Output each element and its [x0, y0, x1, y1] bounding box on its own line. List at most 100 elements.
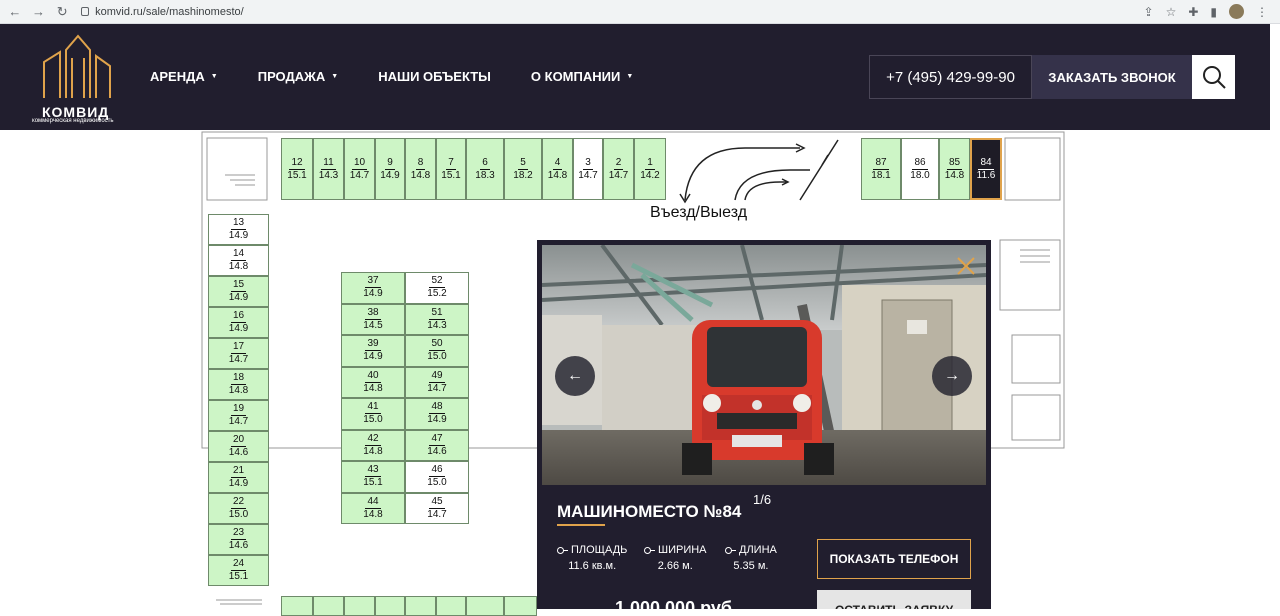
parking-spot-41[interactable]: 41 15.0: [341, 398, 405, 430]
next-photo-button[interactable]: →: [932, 356, 972, 396]
pin-icon: [644, 546, 655, 554]
parking-spot-23[interactable]: 23 14.6: [208, 524, 269, 555]
menu-item-2[interactable]: НАШИ ОБЪЕКТЫ: [378, 69, 491, 84]
parking-spot-21[interactable]: 21 14.9: [208, 462, 269, 493]
order-call-button[interactable]: ЗАКАЗАТЬ ЗВОНОК: [1032, 55, 1192, 99]
parking-spot-43[interactable]: 43 15.1: [341, 461, 405, 493]
parking-spot-2[interactable]: 2 14.7: [603, 138, 634, 200]
parking-spot-49[interactable]: 49 14.7: [405, 366, 469, 398]
site-logo[interactable]: КОМВИД коммерческая недвижимость: [30, 32, 130, 124]
spot-area: 14.9: [228, 230, 249, 241]
search-button[interactable]: [1192, 55, 1235, 99]
menu-item-0[interactable]: АРЕНДА ▼: [150, 69, 218, 84]
parking-spot-37[interactable]: 37 14.9: [341, 272, 405, 304]
parking-spot-partial[interactable]: [504, 596, 537, 616]
parking-spot-38[interactable]: 38 14.5: [341, 303, 405, 335]
parking-spot-14[interactable]: 14 14.8: [208, 245, 269, 276]
parking-spot-46[interactable]: 46 15.0: [405, 461, 469, 493]
spot-number: 24: [230, 558, 247, 571]
parking-spot-24[interactable]: 24 15.1: [208, 555, 269, 586]
parking-spot-13[interactable]: 13 14.9: [208, 214, 269, 245]
menu-item-3[interactable]: О КОМПАНИИ ▼: [531, 69, 633, 84]
prev-photo-button[interactable]: ←: [555, 356, 595, 396]
param-area: ПЛОЩАДЬ 11.6 кв.м.: [557, 544, 627, 572]
parking-spot-84[interactable]: 84 11.6: [970, 138, 1002, 200]
parking-spot-18[interactable]: 18 14.8: [208, 369, 269, 400]
spot-area: 15.0: [427, 351, 447, 363]
parking-spot-partial[interactable]: [344, 596, 375, 616]
parking-spot-4[interactable]: 4 14.8: [542, 138, 573, 200]
parking-spot-16[interactable]: 16 14.9: [208, 307, 269, 338]
lock-icon: [81, 7, 90, 16]
parking-spot-partial[interactable]: [405, 596, 436, 616]
parking-spot-8[interactable]: 8 14.8: [405, 138, 436, 200]
parking-spot-45[interactable]: 45 14.7: [405, 492, 469, 524]
menu-dots-icon[interactable]: ⋮: [1256, 5, 1268, 19]
address-bar[interactable]: komvid.ru/sale/mashinomesto/: [81, 6, 1143, 18]
parking-spot-5[interactable]: 5 18.2: [504, 138, 542, 200]
menu-item-1[interactable]: ПРОДАЖА ▼: [258, 69, 339, 84]
parking-spot-44[interactable]: 44 14.8: [341, 492, 405, 524]
spot-number: 23: [230, 527, 247, 540]
extensions-icon[interactable]: ✚: [1188, 5, 1198, 19]
parking-spot-40[interactable]: 40 14.8: [341, 366, 405, 398]
forward-icon[interactable]: →: [30, 3, 48, 21]
spot-number: 18: [230, 372, 247, 385]
spot-number: 20: [230, 434, 247, 447]
parking-spot-7[interactable]: 7 15.1: [436, 138, 466, 200]
show-phone-button[interactable]: ПОКАЗАТЬ ТЕЛЕФОН: [817, 539, 971, 579]
caret-down-icon: ▼: [626, 73, 634, 80]
parking-spot-partial[interactable]: [313, 596, 344, 616]
parking-spot-partial[interactable]: [281, 596, 313, 616]
parking-spot-partial[interactable]: [466, 596, 504, 616]
spot-area: 14.7: [427, 508, 447, 520]
parking-spot-partial[interactable]: [436, 596, 466, 616]
spot-price: 1 000 000 руб.: [615, 598, 737, 609]
parking-spot-partial[interactable]: [375, 596, 405, 616]
reload-icon[interactable]: ↻: [53, 3, 71, 21]
request-button[interactable]: ОСТАВИТЬ ЗАЯВКУ: [817, 590, 971, 609]
parking-spot-50[interactable]: 50 15.0: [405, 335, 469, 367]
spot-number: 42: [365, 432, 381, 446]
spot-area: 14.8: [228, 261, 249, 272]
parking-spot-86[interactable]: 86 18.0: [901, 138, 939, 200]
parking-spot-85[interactable]: 85 14.8: [939, 138, 970, 200]
parking-spot-12[interactable]: 12 15.1: [281, 138, 313, 200]
spot-number: 39: [365, 338, 381, 352]
spot-number: 85: [946, 156, 963, 170]
parking-spot-6[interactable]: 6 18.3: [466, 138, 504, 200]
spot-area: 14.2: [640, 169, 660, 181]
profile-avatar[interactable]: [1229, 4, 1244, 19]
parking-spot-3[interactable]: 3 14.7: [573, 138, 603, 200]
caret-down-icon: ▼: [210, 73, 218, 80]
parking-spot-15[interactable]: 15 14.9: [208, 276, 269, 307]
star-icon[interactable]: ☆: [1166, 5, 1177, 19]
spot-number: 22: [230, 496, 247, 509]
share-icon[interactable]: ⇪: [1144, 5, 1154, 19]
parking-spot-87[interactable]: 87 18.1: [861, 138, 901, 200]
parking-spot-42[interactable]: 42 14.8: [341, 429, 405, 461]
parking-spot-9[interactable]: 9 14.9: [375, 138, 405, 200]
parking-spot-11[interactable]: 11 14.3: [313, 138, 344, 200]
parking-spot-47[interactable]: 47 14.6: [405, 429, 469, 461]
spot-number: 49: [429, 369, 445, 383]
parking-spot-52[interactable]: 52 15.2: [405, 272, 469, 304]
parking-spot-22[interactable]: 22 15.0: [208, 493, 269, 524]
parking-spot-1[interactable]: 1 14.2: [634, 138, 666, 200]
parking-spot-51[interactable]: 51 14.3: [405, 303, 469, 335]
parking-spot-19[interactable]: 19 14.7: [208, 400, 269, 431]
back-icon[interactable]: ←: [6, 3, 24, 21]
parking-spot-17[interactable]: 17 14.7: [208, 338, 269, 369]
spot-area: 14.7: [578, 169, 598, 181]
param-length-value: 5.35 м.: [733, 560, 769, 572]
header-phone[interactable]: +7 (495) 429-99-90: [869, 55, 1032, 99]
close-button[interactable]: [952, 252, 980, 280]
parking-spot-39[interactable]: 39 14.9: [341, 335, 405, 367]
address-text[interactable]: komvid.ru/sale/mashinomesto/: [95, 6, 244, 18]
parking-spot-20[interactable]: 20 14.6: [208, 431, 269, 462]
parking-spot-48[interactable]: 48 14.9: [405, 398, 469, 430]
spot-area: 18.1: [871, 169, 891, 181]
spot-area: 14.9: [363, 351, 383, 363]
sidebar-icon[interactable]: ▮: [1210, 5, 1217, 19]
parking-spot-10[interactable]: 10 14.7: [344, 138, 375, 200]
